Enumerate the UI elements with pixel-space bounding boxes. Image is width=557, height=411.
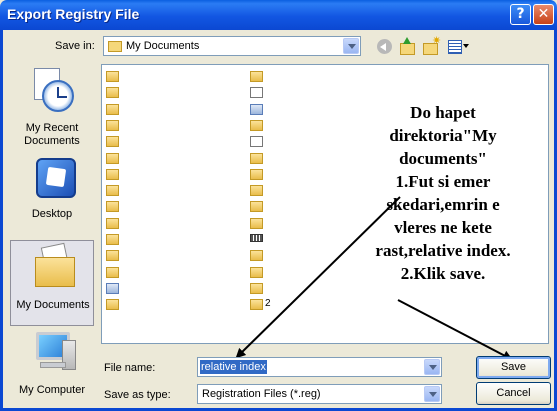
- folder-icon[interactable]: [250, 103, 263, 115]
- place-desktop[interactable]: Desktop: [10, 152, 94, 238]
- folder-icon[interactable]: [250, 266, 263, 278]
- folder-icon[interactable]: [106, 152, 119, 164]
- instruction-annotation: Do hapet direktoria"My documents" 1.Fut si …: [338, 101, 548, 285]
- folder-icon[interactable]: [106, 282, 119, 294]
- annotation-line: direktoria"My: [389, 126, 497, 145]
- back-icon[interactable]: [377, 39, 392, 54]
- folder-icon[interactable]: [250, 152, 263, 164]
- folder-icon[interactable]: [106, 119, 119, 131]
- place-my-documents[interactable]: My Documents: [10, 240, 94, 326]
- views-menu-icon[interactable]: [447, 38, 469, 54]
- annotation-line: Do hapet: [410, 103, 476, 122]
- window-title: Export Registry File: [7, 6, 140, 22]
- folder-icon[interactable]: [106, 185, 119, 197]
- place-label: My Computer: [18, 384, 86, 396]
- file-icon[interactable]: [250, 87, 263, 99]
- place-my-computer[interactable]: My Computer: [10, 326, 94, 411]
- folder-icon[interactable]: [250, 201, 263, 213]
- folder-icon[interactable]: [106, 201, 119, 213]
- folder-icon[interactable]: [106, 266, 119, 278]
- folder-icon[interactable]: [106, 103, 119, 115]
- chevron-down-icon[interactable]: [424, 386, 440, 402]
- folder-icon[interactable]: [106, 87, 119, 99]
- folder-icon[interactable]: [250, 234, 263, 242]
- save-as-type-dropdown[interactable]: Registration Files (*.reg): [197, 384, 442, 404]
- chevron-down-icon[interactable]: [424, 359, 440, 375]
- desktop-icon: [32, 156, 76, 202]
- places-bar: My Recent Documents Desktop My Documents…: [10, 64, 94, 408]
- folder-icon[interactable]: [106, 250, 119, 262]
- folder-icon[interactable]: [250, 168, 263, 180]
- folder-icon[interactable]: [250, 119, 263, 131]
- place-label: My Recent Documents: [24, 122, 80, 147]
- folder-icon[interactable]: [250, 71, 263, 82]
- folder-icon[interactable]: [106, 234, 119, 245]
- folder-icon[interactable]: [250, 185, 263, 197]
- folder-icon[interactable]: [250, 250, 263, 262]
- save-in-dropdown[interactable]: My Documents: [103, 36, 361, 56]
- place-my-recent-documents[interactable]: My Recent Documents: [10, 64, 94, 150]
- my-computer-icon: [32, 330, 76, 376]
- place-label: Desktop: [31, 208, 73, 220]
- recent-documents-icon: [32, 68, 76, 114]
- folder-icon[interactable]: [106, 168, 119, 180]
- file-name-label: File name:: [104, 362, 156, 374]
- annotation-line: 1.Fut si emer: [395, 172, 491, 191]
- chevron-down-icon[interactable]: [343, 38, 359, 54]
- folder-icon[interactable]: [250, 299, 263, 311]
- folder-icon[interactable]: [106, 71, 119, 82]
- file-icon[interactable]: [250, 136, 263, 148]
- folder-icon[interactable]: [106, 136, 119, 148]
- list-item[interactable]: 2: [265, 298, 271, 309]
- save-in-value: My Documents: [126, 40, 200, 52]
- save-as-type-label: Save as type:: [104, 389, 171, 401]
- folder-icon[interactable]: [106, 217, 119, 229]
- save-in-label: Save in:: [55, 40, 95, 52]
- save-button[interactable]: Save: [476, 356, 551, 379]
- annotation-line: documents": [399, 149, 487, 168]
- folder-icon: [108, 41, 122, 52]
- place-label: My Documents: [16, 299, 90, 311]
- title-bar: Export Registry File ? ✕: [0, 0, 557, 30]
- folder-icon[interactable]: [106, 299, 119, 311]
- folder-icon[interactable]: [250, 217, 263, 229]
- file-name-input[interactable]: relative index: [197, 357, 442, 377]
- annotation-line: 2.Klik save.: [400, 264, 486, 283]
- annotation-line: rast,relative index.: [375, 241, 511, 260]
- new-folder-icon[interactable]: [422, 34, 441, 55]
- up-folder-icon[interactable]: [398, 37, 416, 55]
- file-name-value: relative index: [200, 360, 267, 374]
- annotation-line: skedari,emrin e: [386, 195, 500, 214]
- folder-icon[interactable]: [250, 282, 263, 294]
- help-button[interactable]: ?: [510, 4, 531, 25]
- close-button[interactable]: ✕: [533, 4, 554, 25]
- cancel-button[interactable]: Cancel: [476, 382, 551, 405]
- my-documents-icon: [33, 242, 77, 291]
- annotation-line: vleres ne kete: [394, 218, 492, 237]
- save-as-type-value: Registration Files (*.reg): [202, 388, 321, 400]
